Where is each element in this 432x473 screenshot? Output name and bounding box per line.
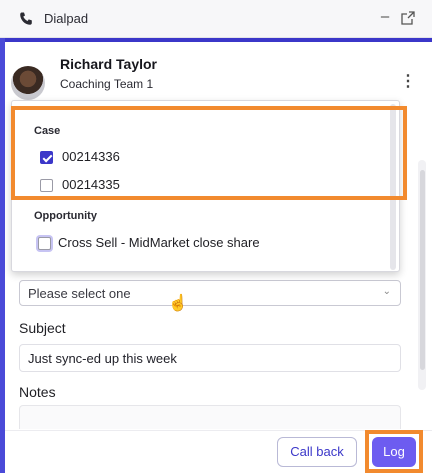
select-placeholder: Please select one bbox=[28, 286, 131, 301]
notes-label: Notes bbox=[19, 384, 56, 400]
option-opportunity-cross-sell[interactable]: Cross Sell - MidMarket close share bbox=[38, 234, 338, 254]
title-bar: Dialpad – bbox=[0, 0, 432, 38]
minimize-icon[interactable]: – bbox=[376, 8, 394, 28]
popout-icon[interactable] bbox=[400, 10, 416, 26]
contact-team: Coaching Team 1 bbox=[60, 77, 154, 91]
chevron-down-icon: ⌄ bbox=[382, 286, 391, 297]
checkbox-unchecked[interactable] bbox=[38, 237, 51, 250]
notes-textarea[interactable] bbox=[19, 405, 401, 429]
related-record-select[interactable]: Please select one ⌄ bbox=[19, 280, 401, 306]
phone-icon bbox=[20, 12, 32, 25]
form-scrollbar-thumb[interactable] bbox=[420, 170, 425, 370]
app-title: Dialpad bbox=[44, 11, 89, 26]
group-label-opportunity: Opportunity bbox=[34, 210, 97, 222]
call-back-button[interactable]: Call back bbox=[277, 437, 357, 467]
contact-name: Richard Taylor bbox=[60, 56, 157, 72]
mouse-pointer-icon: ☝ bbox=[168, 295, 188, 312]
avatar bbox=[11, 66, 45, 100]
subject-input[interactable]: Just sync-ed up this week bbox=[19, 344, 401, 372]
more-vertical-icon[interactable]: ⋮ bbox=[400, 72, 416, 92]
option-label: Cross Sell - MidMarket close share bbox=[58, 235, 260, 250]
contact-header: Richard Taylor Coaching Team 1 ⋮ bbox=[5, 42, 432, 104]
log-button-highlight bbox=[365, 430, 423, 473]
case-section-highlight bbox=[11, 106, 407, 200]
subject-label: Subject bbox=[19, 320, 66, 336]
